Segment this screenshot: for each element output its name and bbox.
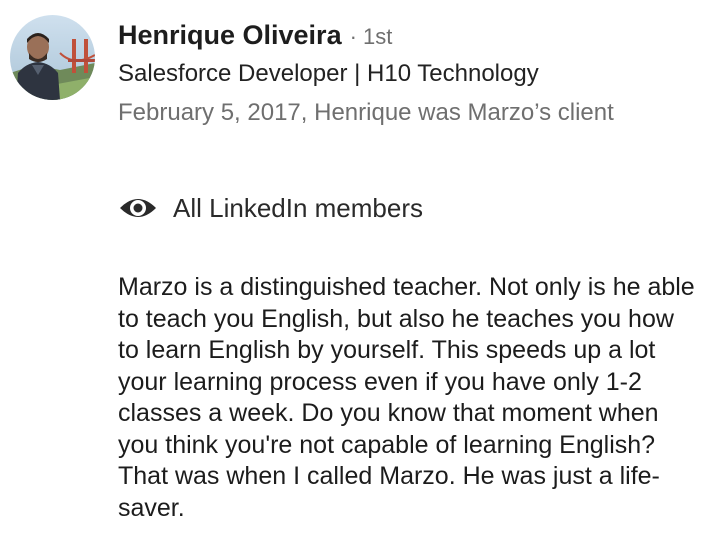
- avatar[interactable]: [10, 15, 95, 100]
- eye-icon: [118, 193, 158, 223]
- connection-degree: · 1st: [349, 24, 393, 49]
- visibility-label: All LinkedIn members: [173, 192, 423, 223]
- recommendation-card: Henrique Oliveira · 1st Salesforce Devel…: [0, 0, 703, 537]
- profile-photo: [10, 15, 95, 100]
- author-headline: Salesforce Developer | H10 Technology: [118, 60, 539, 87]
- author-line: Henrique Oliveira · 1st: [118, 20, 392, 56]
- visibility-indicator: All LinkedIn members: [118, 188, 423, 228]
- recommendation-text: Marzo is a distinguished teacher. Not on…: [118, 273, 695, 522]
- author-name[interactable]: Henrique Oliveira: [118, 20, 342, 51]
- relationship-info: February 5, 2017, Henrique was Marzo’s c…: [118, 99, 614, 126]
